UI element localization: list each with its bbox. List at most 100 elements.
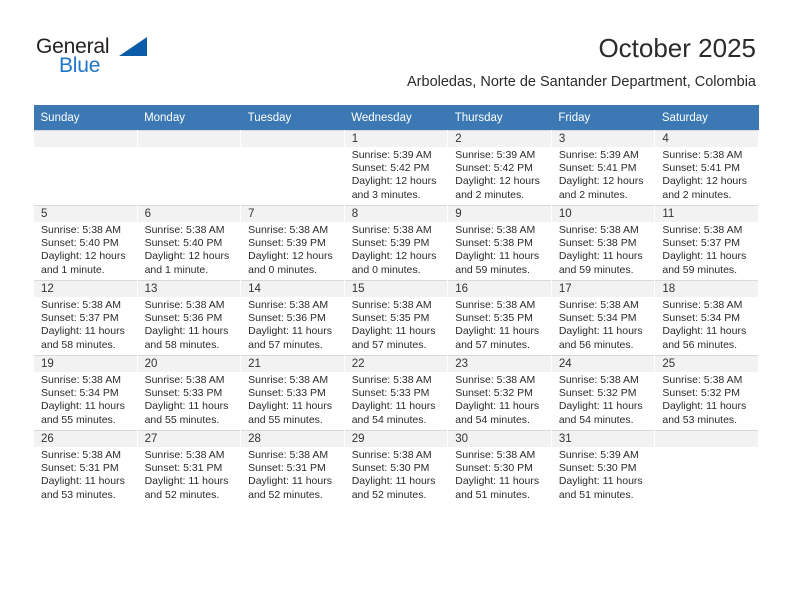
daylight-text-line2: and 52 minutes. bbox=[351, 488, 427, 501]
calendar-day-cell[interactable]: 3 Sunrise: 5:39 AM Sunset: 5:41 PM Daylight… bbox=[550, 130, 656, 206]
calendar-day-cell[interactable]: 2 Sunrise: 5:39 AM Sunset: 5:42 PM Daylight… bbox=[447, 130, 552, 206]
calendar-day-inner: 16 Sunrise: 5:38 AM Sunset: 5:35 PM Dayligh… bbox=[448, 281, 551, 355]
sunrise-text: Sunrise: 5:38 AM bbox=[558, 224, 639, 236]
sunset-text: Sunset: 5:33 PM bbox=[248, 387, 326, 400]
sunrise-text: Sunrise: 5:38 AM bbox=[455, 449, 536, 461]
calendar-day-cell[interactable]: 19 Sunrise: 5:38 AM Sunset: 5:34 PM Dayligh… bbox=[33, 355, 138, 431]
weekday-header-thursday: Thursday bbox=[447, 105, 552, 131]
day-details: Sunrise: 5:38 AM Sunset: 5:33 PM Daylight:… bbox=[352, 374, 445, 427]
sunrise-text: Sunrise: 5:38 AM bbox=[248, 224, 329, 236]
sunrise-text: Sunrise: 5:38 AM bbox=[351, 374, 432, 386]
calendar-day-inner: 1 Sunrise: 5:39 AM Sunset: 5:42 PM Daylight… bbox=[344, 131, 448, 205]
day-details: Sunrise: 5:38 AM Sunset: 5:33 PM Daylight:… bbox=[248, 374, 341, 427]
calendar-day-cell[interactable]: 17 Sunrise: 5:38 AM Sunset: 5:34 PM Dayligh… bbox=[550, 280, 656, 356]
calendar-day-cell[interactable]: 11 Sunrise: 5:38 AM Sunset: 5:37 PM Dayligh… bbox=[654, 205, 759, 281]
daylight-text-line1: Daylight: 11 hours bbox=[662, 250, 747, 263]
sunset-text: Sunset: 5:33 PM bbox=[351, 387, 430, 400]
sunset-text: Sunset: 5:41 PM bbox=[662, 162, 741, 175]
calendar-day-cell[interactable]: 23 Sunrise: 5:38 AM Sunset: 5:32 PM Dayligh… bbox=[447, 355, 552, 431]
sunset-text: Sunset: 5:36 PM bbox=[144, 312, 223, 325]
day-details: Sunrise: 5:38 AM Sunset: 5:34 PM Daylight:… bbox=[41, 374, 134, 427]
sunrise-text: Sunrise: 5:38 AM bbox=[662, 374, 743, 386]
page-header: General Blue October 2025 Arboledas, Nor… bbox=[0, 0, 792, 100]
sunset-text: Sunset: 5:34 PM bbox=[662, 312, 741, 325]
calendar-day-cell[interactable]: 6 Sunrise: 5:38 AM Sunset: 5:40 PM Daylight… bbox=[136, 205, 242, 281]
calendar-day-cell[interactable]: 25 Sunrise: 5:38 AM Sunset: 5:32 PM Dayligh… bbox=[654, 355, 759, 431]
calendar-day-cell[interactable]: 14 Sunrise: 5:38 AM Sunset: 5:36 PM Dayligh… bbox=[240, 280, 345, 356]
calendar-day-cell[interactable]: 1 Sunrise: 5:39 AM Sunset: 5:42 PM Daylight… bbox=[343, 130, 449, 206]
calendar-day-cell[interactable]: 20 Sunrise: 5:38 AM Sunset: 5:33 PM Dayligh… bbox=[136, 355, 242, 431]
day-details: Sunrise: 5:38 AM Sunset: 5:40 PM Daylight:… bbox=[145, 224, 238, 277]
day-number: 24 bbox=[558, 358, 572, 370]
daylight-text-line1: Daylight: 12 hours bbox=[558, 175, 644, 188]
day-number: 28 bbox=[248, 433, 261, 445]
calendar-day-inner: 20 Sunrise: 5:38 AM Sunset: 5:33 PM Dayligh… bbox=[137, 356, 241, 430]
daylight-text-line2: and 59 minutes. bbox=[558, 263, 634, 276]
day-number-band bbox=[241, 131, 344, 147]
calendar-day-cell[interactable]: 31 Sunrise: 5:39 AM Sunset: 5:30 PM Dayligh… bbox=[550, 430, 656, 505]
calendar-day-cell-empty bbox=[33, 130, 138, 206]
daylight-text-line2: and 58 minutes. bbox=[41, 338, 116, 351]
sunset-text: Sunset: 5:35 PM bbox=[455, 312, 533, 325]
day-details: Sunrise: 5:38 AM Sunset: 5:32 PM Daylight:… bbox=[662, 374, 755, 427]
calendar-day-cell[interactable]: 9 Sunrise: 5:38 AM Sunset: 5:38 PM Daylight… bbox=[447, 205, 552, 281]
calendar-day-cell[interactable]: 18 Sunrise: 5:38 AM Sunset: 5:34 PM Dayligh… bbox=[654, 280, 759, 356]
sunrise-text: Sunrise: 5:39 AM bbox=[455, 149, 536, 161]
daylight-text-line2: and 0 minutes. bbox=[248, 263, 318, 276]
calendar-day-cell[interactable]: 21 Sunrise: 5:38 AM Sunset: 5:33 PM Dayligh… bbox=[240, 355, 345, 431]
day-number: 1 bbox=[351, 133, 359, 145]
calendar-day-cell[interactable]: 10 Sunrise: 5:38 AM Sunset: 5:38 PM Dayligh… bbox=[550, 205, 656, 281]
logo-text-blue: Blue bbox=[59, 54, 101, 77]
calendar-day-cell[interactable]: 15 Sunrise: 5:38 AM Sunset: 5:35 PM Dayligh… bbox=[343, 280, 449, 356]
calendar-day-cell[interactable]: 29 Sunrise: 5:38 AM Sunset: 5:30 PM Dayligh… bbox=[343, 430, 449, 505]
calendar-day-cell[interactable]: 5 Sunrise: 5:38 AM Sunset: 5:40 PM Daylight… bbox=[33, 205, 138, 281]
day-number-band bbox=[137, 131, 241, 147]
calendar-day-inner: 11 Sunrise: 5:38 AM Sunset: 5:37 PM Dayligh… bbox=[655, 206, 758, 280]
calendar-day-cell[interactable]: 22 Sunrise: 5:38 AM Sunset: 5:33 PM Dayligh… bbox=[343, 355, 449, 431]
daylight-text-line1: Daylight: 12 hours bbox=[144, 250, 230, 263]
sunset-text: Sunset: 5:31 PM bbox=[144, 462, 223, 475]
day-number-band bbox=[34, 206, 137, 222]
day-details: Sunrise: 5:38 AM Sunset: 5:39 PM Daylight:… bbox=[352, 224, 445, 277]
day-number: 19 bbox=[41, 358, 54, 370]
daylight-text-line2: and 59 minutes. bbox=[662, 263, 738, 276]
daylight-text-line2: and 2 minutes. bbox=[662, 188, 732, 201]
sunrise-text: Sunrise: 5:38 AM bbox=[144, 224, 225, 236]
daylight-text-line1: Daylight: 12 hours bbox=[455, 175, 540, 188]
daylight-text-line2: and 56 minutes. bbox=[558, 338, 634, 351]
sunset-text: Sunset: 5:30 PM bbox=[558, 462, 637, 475]
sunset-text: Sunset: 5:41 PM bbox=[558, 162, 637, 175]
daylight-text-line2: and 0 minutes. bbox=[351, 263, 421, 276]
calendar-day-inner: 7 Sunrise: 5:38 AM Sunset: 5:39 PM Daylight… bbox=[241, 206, 344, 280]
calendar-day-cell-empty bbox=[136, 130, 242, 206]
day-details: Sunrise: 5:38 AM Sunset: 5:38 PM Daylight:… bbox=[455, 224, 548, 277]
daylight-text-line2: and 55 minutes. bbox=[248, 413, 323, 426]
calendar-day-cell[interactable]: 28 Sunrise: 5:38 AM Sunset: 5:31 PM Dayligh… bbox=[240, 430, 345, 505]
calendar-day-cell-empty bbox=[654, 430, 759, 505]
daylight-text-line2: and 54 minutes. bbox=[351, 413, 427, 426]
calendar-day-cell[interactable]: 13 Sunrise: 5:38 AM Sunset: 5:36 PM Dayligh… bbox=[136, 280, 242, 356]
calendar-day-cell[interactable]: 24 Sunrise: 5:38 AM Sunset: 5:32 PM Dayligh… bbox=[550, 355, 656, 431]
daylight-text-line1: Daylight: 11 hours bbox=[662, 325, 747, 338]
general-blue-logo[interactable]: General Blue bbox=[36, 35, 176, 83]
calendar-day-cell[interactable]: 12 Sunrise: 5:38 AM Sunset: 5:37 PM Dayligh… bbox=[33, 280, 138, 356]
calendar-day-cell[interactable]: 27 Sunrise: 5:38 AM Sunset: 5:31 PM Dayligh… bbox=[136, 430, 242, 505]
calendar-day-cell[interactable]: 4 Sunrise: 5:38 AM Sunset: 5:41 PM Daylight… bbox=[654, 130, 759, 206]
day-details: Sunrise: 5:38 AM Sunset: 5:36 PM Daylight:… bbox=[145, 299, 238, 352]
sunrise-text: Sunrise: 5:38 AM bbox=[41, 224, 121, 236]
calendar-day-cell[interactable]: 30 Sunrise: 5:38 AM Sunset: 5:30 PM Dayligh… bbox=[447, 430, 552, 505]
calendar-day-inner bbox=[655, 431, 758, 505]
day-number: 15 bbox=[351, 283, 365, 295]
calendar-day-cell[interactable]: 8 Sunrise: 5:38 AM Sunset: 5:39 PM Daylight… bbox=[343, 205, 449, 281]
calendar-day-cell[interactable]: 16 Sunrise: 5:38 AM Sunset: 5:35 PM Dayligh… bbox=[447, 280, 552, 356]
daylight-text-line1: Daylight: 11 hours bbox=[455, 475, 540, 488]
sunset-text: Sunset: 5:37 PM bbox=[41, 312, 119, 325]
day-number-band bbox=[448, 206, 551, 222]
calendar-day-cell[interactable]: 26 Sunrise: 5:38 AM Sunset: 5:31 PM Dayligh… bbox=[33, 430, 138, 505]
weekday-header-wednesday: Wednesday bbox=[344, 105, 448, 131]
day-details: Sunrise: 5:38 AM Sunset: 5:37 PM Daylight:… bbox=[41, 299, 134, 352]
day-number-band bbox=[655, 131, 758, 147]
sunset-text: Sunset: 5:36 PM bbox=[248, 312, 326, 325]
calendar-day-cell[interactable]: 7 Sunrise: 5:38 AM Sunset: 5:39 PM Daylight… bbox=[240, 205, 345, 281]
daylight-text-line1: Daylight: 11 hours bbox=[248, 475, 332, 488]
